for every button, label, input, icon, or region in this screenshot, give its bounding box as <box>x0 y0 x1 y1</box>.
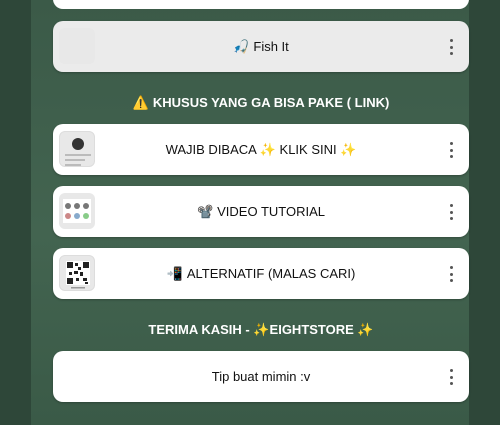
video-thumbnail <box>59 193 95 229</box>
link-label: Fish It <box>253 39 289 54</box>
section-heading-khusus: ⚠️ KHUSUS YANG GA BISA PAKE ( LINK) <box>132 95 390 110</box>
link-card-previous[interactable] <box>53 0 469 9</box>
document-thumbnail <box>59 131 95 167</box>
section-heading-terima-kasih: TERIMA KASIH - ✨EIGHTSTORE ✨ <box>148 322 374 337</box>
link-card-fish-it[interactable]: 🎣 Fish It <box>53 21 469 72</box>
page-margin-right <box>469 0 500 425</box>
link-card-wajib-dibaca[interactable]: WAJIB DIBACA ✨ KLIK SINI ✨ <box>53 124 469 175</box>
more-options-icon[interactable] <box>447 204 455 220</box>
fish-it-thumbnail <box>59 28 95 64</box>
page-margin-left <box>0 0 31 425</box>
warning-icon: ⚠️ <box>132 95 149 110</box>
link-label: ALTERNATIF (MALAS CARI) <box>186 266 356 281</box>
more-options-icon[interactable] <box>447 369 455 385</box>
more-options-icon[interactable] <box>447 266 455 282</box>
person-fishing-icon: 🎣 <box>233 38 250 54</box>
more-options-icon[interactable] <box>447 142 455 158</box>
more-options-icon[interactable] <box>447 39 455 55</box>
link-label: WAJIB DIBACA ✨ KLIK SINI ✨ <box>165 141 357 157</box>
link-label: VIDEO TUTORIAL <box>217 204 326 219</box>
video-camera-icon: 📽️ <box>196 203 214 219</box>
phone-arrow-icon: 📲 <box>166 265 183 281</box>
qr-code-thumbnail <box>59 255 95 291</box>
link-card-tip[interactable]: Tip buat mimin :v <box>53 351 469 402</box>
link-label: Tip buat mimin :v <box>211 369 311 384</box>
link-card-alternatif[interactable]: 📲 ALTERNATIF (MALAS CARI) <box>53 248 469 299</box>
link-card-video-tutorial[interactable]: 📽️ VIDEO TUTORIAL <box>53 186 469 237</box>
